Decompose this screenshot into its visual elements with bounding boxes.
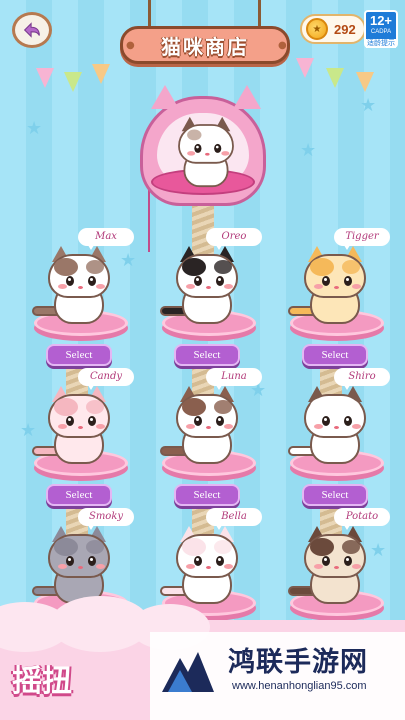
gacha-button[interactable]: 摇扭 [12, 656, 72, 700]
cat-name: Potato [345, 511, 379, 522]
cat-figure[interactable] [32, 526, 112, 604]
watermark-url: www.henanhonglian95.com [232, 680, 367, 692]
cat-house-icon [140, 85, 266, 206]
cat-figure[interactable] [32, 386, 112, 464]
coin-value: 292 [334, 21, 356, 37]
page-title: 猫咪商店 [120, 26, 290, 64]
cat-figure[interactable] [160, 386, 240, 464]
star-icon: ★ [26, 118, 43, 139]
star-icon: ★ [360, 95, 377, 116]
select-button[interactable]: Select [174, 484, 240, 506]
paw-icon: ● [126, 40, 135, 51]
cat-slot: Tigger Select [278, 228, 398, 366]
select-button[interactable]: Select [46, 484, 112, 506]
cat-slot: Potato Select [278, 508, 398, 646]
select-button[interactable]: Select [302, 344, 368, 366]
cat-slot: Oreo Select [150, 228, 270, 366]
cat-name: Shiro [348, 371, 376, 382]
cat-slot: Max Select [22, 228, 142, 366]
watermark-logo [162, 652, 214, 692]
star-icon: ★ [300, 140, 317, 161]
cat-name: Candy [89, 371, 123, 382]
cat-figure[interactable] [288, 526, 368, 604]
coin-counter: ★ 292 [300, 14, 366, 44]
back-button[interactable] [12, 12, 52, 48]
cat-name: Oreo [221, 231, 247, 242]
cat-slot: Luna Select [150, 368, 270, 506]
cat-name: Max [95, 231, 117, 242]
featured-cat [176, 116, 235, 188]
cat-figure[interactable] [288, 386, 368, 464]
cat-figure[interactable] [32, 246, 112, 324]
cat-name: Tigger [345, 231, 379, 242]
cat-figure[interactable] [160, 526, 240, 604]
cat-name: Bella [221, 511, 247, 522]
select-button[interactable]: Select [302, 484, 368, 506]
cat-slot: Candy Select [22, 368, 142, 506]
watermark-title: 鸿联手游网 [228, 647, 368, 678]
cat-slot: Shiro Select [278, 368, 398, 506]
back-arrow-icon [23, 22, 40, 38]
coin-icon: ★ [306, 18, 328, 40]
watermark: 鸿联手游网 www.henanhonglian95.com [150, 632, 405, 720]
paw-icon: ● [278, 40, 287, 51]
cat-name: Smoky [88, 511, 124, 522]
age-rating-badge: 12+ CADPA 适龄提示 [364, 10, 398, 48]
cat-name: Luna [221, 371, 247, 382]
select-button[interactable]: Select [46, 344, 112, 366]
cat-figure[interactable] [288, 246, 368, 324]
cat-figure[interactable] [160, 246, 240, 324]
select-button[interactable]: Select [174, 344, 240, 366]
